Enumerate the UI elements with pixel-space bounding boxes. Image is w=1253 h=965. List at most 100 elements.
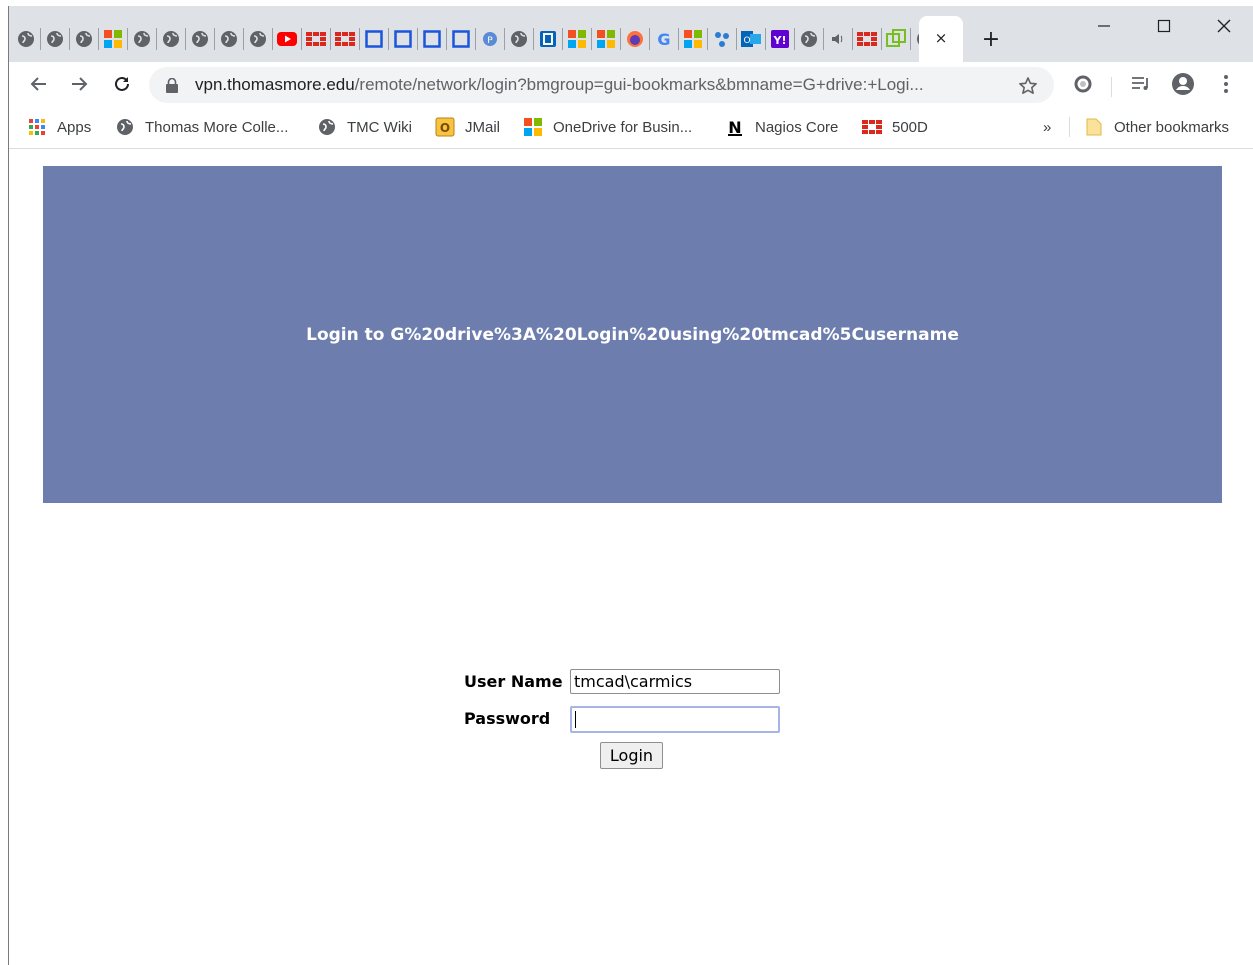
username-input[interactable]: tmcad\carmics — [570, 669, 780, 694]
tab-favicon-globe-icon[interactable] — [16, 29, 36, 49]
bookmarks-overflow-button[interactable]: » — [1043, 116, 1051, 138]
tab-separator — [591, 28, 592, 50]
tab-favicon-yahoo-icon[interactable]: Y! — [770, 29, 790, 49]
mail-icon: O — [435, 117, 455, 137]
tab-favicon-square-icon[interactable] — [393, 29, 413, 49]
password-input[interactable] — [570, 706, 780, 733]
address-bar[interactable]: vpn.thomasmore.edu/remote/network/login?… — [149, 67, 1054, 103]
bookmark-label: TMC Wiki — [347, 118, 412, 136]
login-button[interactable]: Login — [600, 742, 663, 769]
microsoft-icon — [523, 117, 543, 137]
tab-favicon-microsoft-icon[interactable] — [103, 29, 123, 49]
playlist-icon — [1132, 77, 1148, 90]
bookmark-jmail[interactable]: O JMail — [435, 116, 500, 138]
tab-favicon-square-icon[interactable] — [422, 29, 442, 49]
tab-close-icon[interactable]: × — [931, 28, 951, 48]
tab-favicon-vmware-icon[interactable] — [886, 29, 906, 49]
menu-button[interactable] — [1212, 70, 1240, 98]
page-content: Login to G%20drive%3A%20Login%20using%20… — [9, 149, 1253, 965]
profile-button[interactable] — [1169, 70, 1197, 98]
globe-icon — [115, 117, 135, 137]
tab-favicon-globe-icon[interactable] — [161, 29, 181, 49]
active-tab[interactable]: × — [919, 16, 963, 62]
tab-favicon-proxy-icon[interactable]: P — [480, 29, 500, 49]
close-icon — [1217, 19, 1231, 33]
extension-circle-icon — [1074, 75, 1092, 93]
bookmark-onedrive[interactable]: OneDrive for Busin... — [523, 116, 692, 138]
tab-favicon-fortinet-icon[interactable] — [857, 29, 877, 49]
tab-favicon-globe-icon[interactable] — [132, 29, 152, 49]
tab-favicon-globe-icon[interactable] — [219, 29, 239, 49]
tab-favicon-fortinet-icon[interactable] — [306, 29, 326, 49]
bookmark-label: JMail — [465, 118, 501, 136]
new-tab-button[interactable]: + — [979, 27, 1003, 52]
nagios-icon: N — [725, 117, 745, 137]
tab-strip: P G O Y! × + — [9, 6, 1253, 62]
tab-separator — [272, 28, 273, 50]
url-text[interactable]: vpn.thomasmore.edu/remote/network/login?… — [195, 75, 1015, 95]
bookmark-other[interactable]: Other bookmarks — [1084, 116, 1229, 138]
bookmark-star-icon[interactable] — [1017, 75, 1039, 97]
apps-grid-icon — [27, 117, 47, 137]
bookmark-500d[interactable]: 500D — [862, 116, 928, 138]
svg-text:Y!: Y! — [773, 34, 787, 47]
bookmark-label: 500D — [892, 118, 928, 136]
more-vertical-icon — [1224, 75, 1228, 93]
minimize-button[interactable] — [1084, 12, 1124, 40]
maximize-button[interactable] — [1144, 12, 1184, 40]
tab-favicon-square-icon[interactable] — [451, 29, 471, 49]
bookmark-apps[interactable]: Apps — [27, 116, 91, 138]
reload-button[interactable] — [108, 70, 136, 98]
tab-favicon-globe-icon[interactable] — [509, 29, 529, 49]
svg-text:G: G — [657, 30, 670, 48]
bookmark-nagios[interactable]: N Nagios Core — [725, 116, 838, 138]
bookmarks-bar: Apps Thomas More Colle... TMC Wiki O JMa… — [9, 106, 1253, 149]
tab-separator — [765, 28, 766, 50]
tab-favicon-square-icon[interactable] — [364, 29, 384, 49]
tab-separator — [446, 28, 447, 50]
tab-separator — [98, 28, 99, 50]
tab-separator — [301, 28, 302, 50]
fortinet-icon — [862, 117, 882, 137]
bookmarks-divider — [1069, 117, 1070, 137]
browser-toolbar: vpn.thomasmore.edu/remote/network/login?… — [9, 62, 1253, 106]
browser-window: P G O Y! × + vpn.thomasmore.edu/remote/netw… — [8, 6, 1253, 965]
tab-favicon-firefox-icon[interactable] — [625, 29, 645, 49]
tab-favicon-fortinet-icon[interactable] — [335, 29, 355, 49]
back-button[interactable] — [25, 70, 53, 98]
folder-icon — [1084, 117, 1104, 137]
tab-separator — [881, 28, 882, 50]
tab-favicon-outlook-icon[interactable]: O — [741, 29, 761, 49]
tab-separator — [185, 28, 186, 50]
tab-favicon-google-icon[interactable]: G — [654, 29, 674, 49]
tab-separator — [156, 28, 157, 50]
forward-button[interactable] — [65, 70, 93, 98]
tab-favicon-diagram-icon[interactable] — [712, 29, 732, 49]
bookmark-label: Apps — [57, 118, 92, 136]
tab-separator — [504, 28, 505, 50]
tab-favicon-onedrive-icon[interactable] — [538, 29, 558, 49]
tab-favicon-globe-icon[interactable] — [74, 29, 94, 49]
tab-separator — [678, 28, 679, 50]
tab-separator — [533, 28, 534, 50]
media-control-button[interactable] — [1127, 70, 1155, 98]
bookmark-tmc-wiki[interactable]: TMC Wiki — [317, 116, 412, 138]
tab-favicon-microsoft-icon[interactable] — [596, 29, 616, 49]
tab-favicon-globe-icon[interactable] — [190, 29, 210, 49]
tab-separator — [214, 28, 215, 50]
tab-separator — [707, 28, 708, 50]
url-host: vpn.thomasmore.edu — [195, 75, 355, 94]
tab-favicon-globe-icon[interactable] — [799, 29, 819, 49]
tab-favicon-speaker-icon[interactable] — [828, 29, 848, 49]
extension-button[interactable] — [1069, 70, 1097, 98]
bookmark-label: Nagios Core — [755, 118, 839, 136]
tab-separator — [794, 28, 795, 50]
close-window-button[interactable] — [1204, 12, 1244, 40]
tab-favicon-microsoft-icon[interactable] — [567, 29, 587, 49]
tab-separator — [852, 28, 853, 50]
tab-favicon-microsoft-icon[interactable] — [683, 29, 703, 49]
tab-favicon-globe-icon[interactable] — [248, 29, 268, 49]
tab-favicon-youtube-icon[interactable] — [277, 29, 297, 49]
bookmark-thomas-more[interactable]: Thomas More Colle... — [115, 116, 288, 138]
tab-favicon-globe-icon[interactable] — [45, 29, 65, 49]
